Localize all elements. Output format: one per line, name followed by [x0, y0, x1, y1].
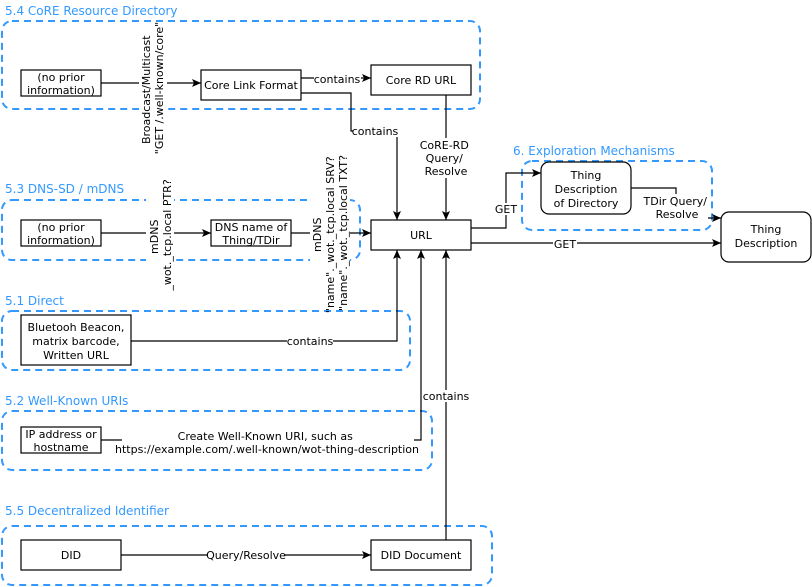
group-title-did: 5.5 Decentralized Identifier — [5, 504, 169, 518]
svg-text:DID Document: DID Document — [381, 549, 462, 562]
node-thing-description: Thing Description — [720, 211, 812, 263]
node-url: URL — [370, 219, 472, 251]
node-ip-address: IP address or hostname — [20, 426, 102, 454]
node-td-directory: Thing Description of Directory — [540, 161, 632, 215]
svg-text:URL: URL — [410, 229, 433, 242]
svg-text:Core Link Format: Core Link Format — [204, 79, 298, 92]
group-title-dns: 5.3 DNS-SD / mDNS — [5, 182, 124, 196]
edge-get-tdd — [471, 169, 541, 229]
svg-text:DNS name ofThing/TDir: DNS name of Thing/TDir — [215, 221, 289, 247]
node-bluetooth: Bluetooh Beacon, matrix barcode, Written U… — [20, 314, 132, 366]
node-no-prior-dns: (no prior information) — [20, 219, 102, 247]
node-core-link-format: Core Link Format — [200, 69, 302, 101]
svg-text:IP address orhostname: IP address or hostname — [25, 428, 97, 454]
edge-label-get1: GET — [495, 203, 517, 216]
node-dns-name: DNS name of Thing/TDir — [210, 219, 292, 247]
node-core-rd-url: Core RD URL — [370, 64, 472, 96]
node-did-document: DID Document — [370, 539, 472, 571]
edge-label-contains-direct: contains — [287, 335, 334, 348]
edge-label-corerd-query: CoRE-RD Query/ Resolve — [420, 139, 473, 178]
edge-label-broadcast: Broadcast/Multicast "GET /.well-known/co… — [140, 22, 166, 154]
group-title-core: 5.4 CoRE Resource Directory — [5, 4, 178, 18]
node-no-prior-core: (no prior information) — [20, 69, 102, 97]
edge-label-contains1: contains — [314, 73, 361, 86]
edge-label-contains2: contains — [352, 125, 399, 138]
group-title-wellknown: 5.2 Well-Known URIs — [5, 394, 128, 408]
group-title-exploration: 6. Exploration Mechanisms — [513, 144, 675, 158]
edge-label-get2: GET — [554, 238, 576, 251]
svg-text:Core RD URL: Core RD URL — [386, 74, 457, 87]
node-did: DID — [20, 539, 122, 571]
edge-label-contains-did: contains — [423, 390, 470, 403]
group-title-direct: 5.1 Direct — [5, 294, 64, 308]
svg-text:DID: DID — [61, 549, 81, 562]
discovery-diagram: 5.4 CoRE Resource Directory 5.3 DNS-SD /… — [1, 4, 812, 586]
edge-label-query-resolve: Query/Resolve — [206, 549, 286, 562]
